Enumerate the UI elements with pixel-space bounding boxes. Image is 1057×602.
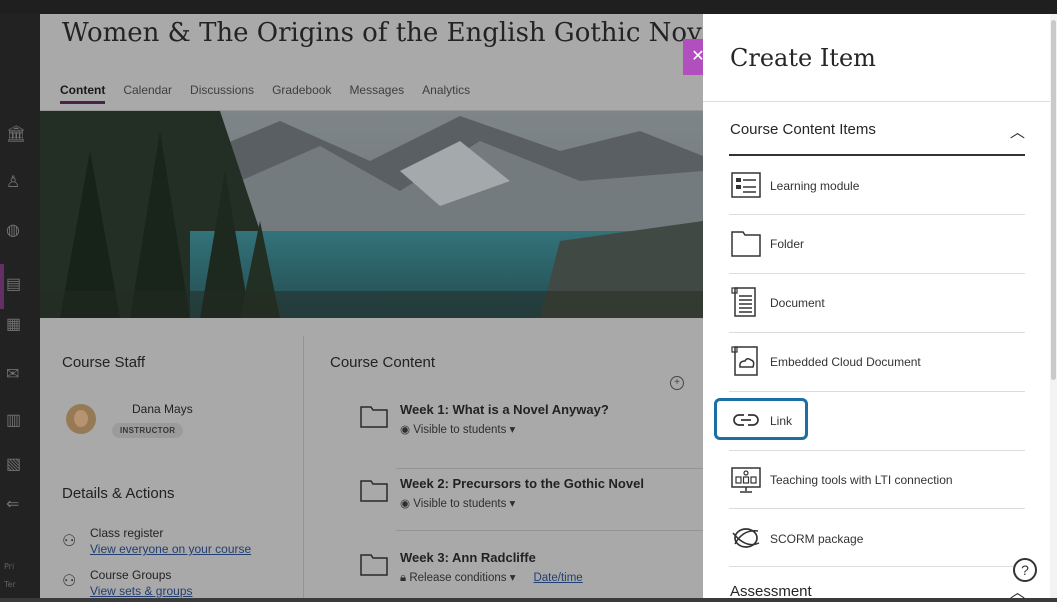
messages-icon[interactable]: ✉ (6, 364, 26, 384)
chevron-up-icon[interactable]: ︿ (1010, 581, 1025, 602)
active-nav-indicator (0, 264, 4, 309)
staff-name[interactable]: Dana Mays (132, 402, 193, 416)
create-folder[interactable]: Folder (729, 215, 1025, 273)
course-banner-image (40, 111, 703, 318)
course-tabs: Content Calendar Discussions Gradebook M… (60, 80, 488, 110)
panel-header-divider (703, 101, 1051, 102)
class-register-label: Class register (90, 526, 164, 540)
top-strip (0, 0, 1057, 14)
sign-out-icon[interactable]: ⇐ (6, 494, 26, 514)
create-learning-module[interactable]: Learning module (729, 157, 1025, 215)
section-rule (729, 154, 1025, 156)
folder-icon (731, 231, 761, 257)
scrollbar-thumb[interactable] (1051, 20, 1056, 380)
scorm-icon (732, 528, 760, 548)
people-icon: ⚇ (62, 533, 77, 550)
tab-discussions[interactable]: Discussions (190, 80, 254, 104)
content-row[interactable]: Week 3: Ann Radcliffe 🔒︎ Release conditi… (358, 550, 698, 600)
chevron-up-icon[interactable]: ︿ (1010, 121, 1025, 142)
item-label: Document (770, 296, 825, 310)
institution-icon[interactable]: 🏛 (6, 124, 26, 144)
visibility-dropdown[interactable]: ◉ Visible to students ▾ (400, 422, 515, 436)
eye-icon: ◉ (400, 424, 414, 436)
create-document[interactable]: Document (729, 274, 1025, 332)
grades-icon[interactable]: ▥ (6, 410, 26, 430)
item-label: Folder (770, 237, 805, 251)
course-title: Women & The Origins of the English Gothi… (62, 18, 726, 48)
visibility-dropdown[interactable]: ◉ Visible to students ▾ (400, 496, 515, 510)
item-divider (729, 566, 1025, 567)
lti-tools-icon (731, 467, 761, 493)
groups-icon: ⚇ (62, 573, 77, 590)
chevron-down-icon: ▾ (506, 572, 516, 584)
item-divider (729, 508, 1025, 509)
item-label: Learning module (770, 179, 860, 193)
row-divider (396, 530, 703, 531)
tab-messages[interactable]: Messages (349, 80, 404, 104)
privacy-link[interactable]: Pri (4, 562, 14, 571)
tab-analytics[interactable]: Analytics (422, 80, 470, 104)
course-staff-heading: Course Staff (62, 354, 146, 371)
course-content-heading: Course Content (330, 354, 436, 371)
terms-link[interactable]: Ter (4, 580, 16, 589)
tools-icon[interactable]: ▧ (6, 454, 26, 474)
content-row[interactable]: Week 1: What is a Novel Anyway? ◉ Visibl… (358, 402, 698, 452)
help-icon[interactable]: ? (1013, 558, 1037, 582)
globe-icon[interactable]: ◍ (6, 220, 26, 240)
view-everyone-link[interactable]: View everyone on your course (90, 542, 251, 556)
tab-calendar[interactable]: Calendar (123, 80, 172, 104)
create-embedded-cloud-document[interactable]: Embedded Cloud Document (729, 333, 1025, 391)
left-nav: 🏛 ♙ ◍ ▤ ▦ ✉ ▥ ▧ ⇐ Pri Ter (0, 14, 40, 598)
lock-icon: 🔒︎ (400, 572, 410, 584)
content-item-title[interactable]: Week 2: Precursors to the Gothic Novel (400, 476, 644, 491)
staff-role-badge: INSTRUCTOR (112, 423, 184, 438)
folder-icon (360, 554, 388, 576)
chevron-down-icon: ▾ (506, 498, 516, 510)
add-content-icon[interactable]: + (670, 376, 684, 390)
visibility-label: Visible to students (413, 424, 507, 436)
learning-module-icon (731, 172, 761, 198)
panel-title: Create Item (730, 44, 876, 72)
release-conditions-label: Release conditions (409, 572, 507, 584)
calendar-icon[interactable]: ▦ (6, 314, 26, 334)
courses-icon[interactable]: ▤ (6, 274, 26, 294)
item-label: Embedded Cloud Document (770, 355, 921, 369)
assessment-section-heading[interactable]: Assessment (730, 583, 812, 600)
date-time-link[interactable]: Date/time (533, 572, 582, 584)
create-lti-tool[interactable]: Teaching tools with LTI connection (729, 451, 1025, 509)
document-icon (731, 287, 756, 317)
avatar[interactable] (66, 404, 96, 434)
tab-content[interactable]: Content (60, 80, 106, 104)
view-sets-groups-link[interactable]: View sets & groups (90, 584, 193, 598)
course-page: Women & The Origins of the English Gothi… (40, 14, 725, 600)
folder-icon (360, 406, 388, 428)
course-groups-label: Course Groups (90, 568, 172, 582)
create-scorm-package[interactable]: SCORM package (729, 510, 1025, 568)
column-divider (303, 336, 304, 598)
chevron-down-icon: ▾ (506, 424, 516, 436)
details-actions-heading: Details & Actions (62, 485, 175, 502)
content-item-title[interactable]: Week 1: What is a Novel Anyway? (400, 402, 609, 417)
row-divider (396, 468, 703, 469)
visibility-label: Visible to students (413, 498, 507, 510)
focus-ring (714, 398, 808, 440)
tab-gradebook[interactable]: Gradebook (272, 80, 331, 104)
section-heading[interactable]: Course Content Items (730, 121, 876, 138)
content-item-title[interactable]: Week 3: Ann Radcliffe (400, 550, 536, 565)
content-row[interactable]: Week 2: Precursors to the Gothic Novel ◉… (358, 476, 698, 526)
eye-icon: ◉ (400, 498, 414, 510)
folder-icon (360, 480, 388, 502)
item-label: Teaching tools with LTI connection (770, 473, 953, 487)
profile-icon[interactable]: ♙ (6, 172, 26, 192)
cloud-document-icon (731, 346, 758, 376)
item-label: SCORM package (770, 532, 864, 546)
release-conditions-dropdown[interactable]: 🔒︎ Release conditions ▾ Date/time (400, 570, 583, 585)
